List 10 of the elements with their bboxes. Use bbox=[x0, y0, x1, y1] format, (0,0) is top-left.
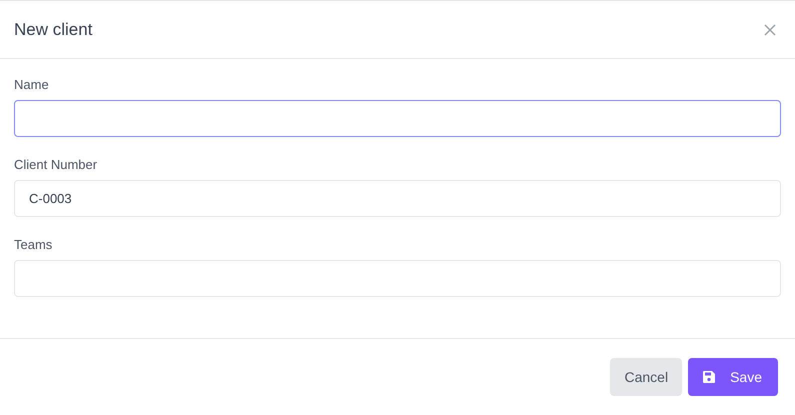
field-label: Name bbox=[14, 77, 50, 93]
field-label: Teams bbox=[14, 237, 54, 253]
field-label: Client Number bbox=[14, 157, 98, 173]
close-icon bbox=[764, 24, 776, 36]
dialog-title: New client bbox=[14, 18, 92, 41]
cancel-button[interactable]: Cancel bbox=[610, 358, 682, 396]
input-field[interactable]: C-0003 bbox=[14, 180, 781, 217]
close-button[interactable] bbox=[762, 22, 778, 38]
save-button[interactable]: Save bbox=[688, 358, 778, 396]
input-field[interactable] bbox=[14, 100, 781, 137]
